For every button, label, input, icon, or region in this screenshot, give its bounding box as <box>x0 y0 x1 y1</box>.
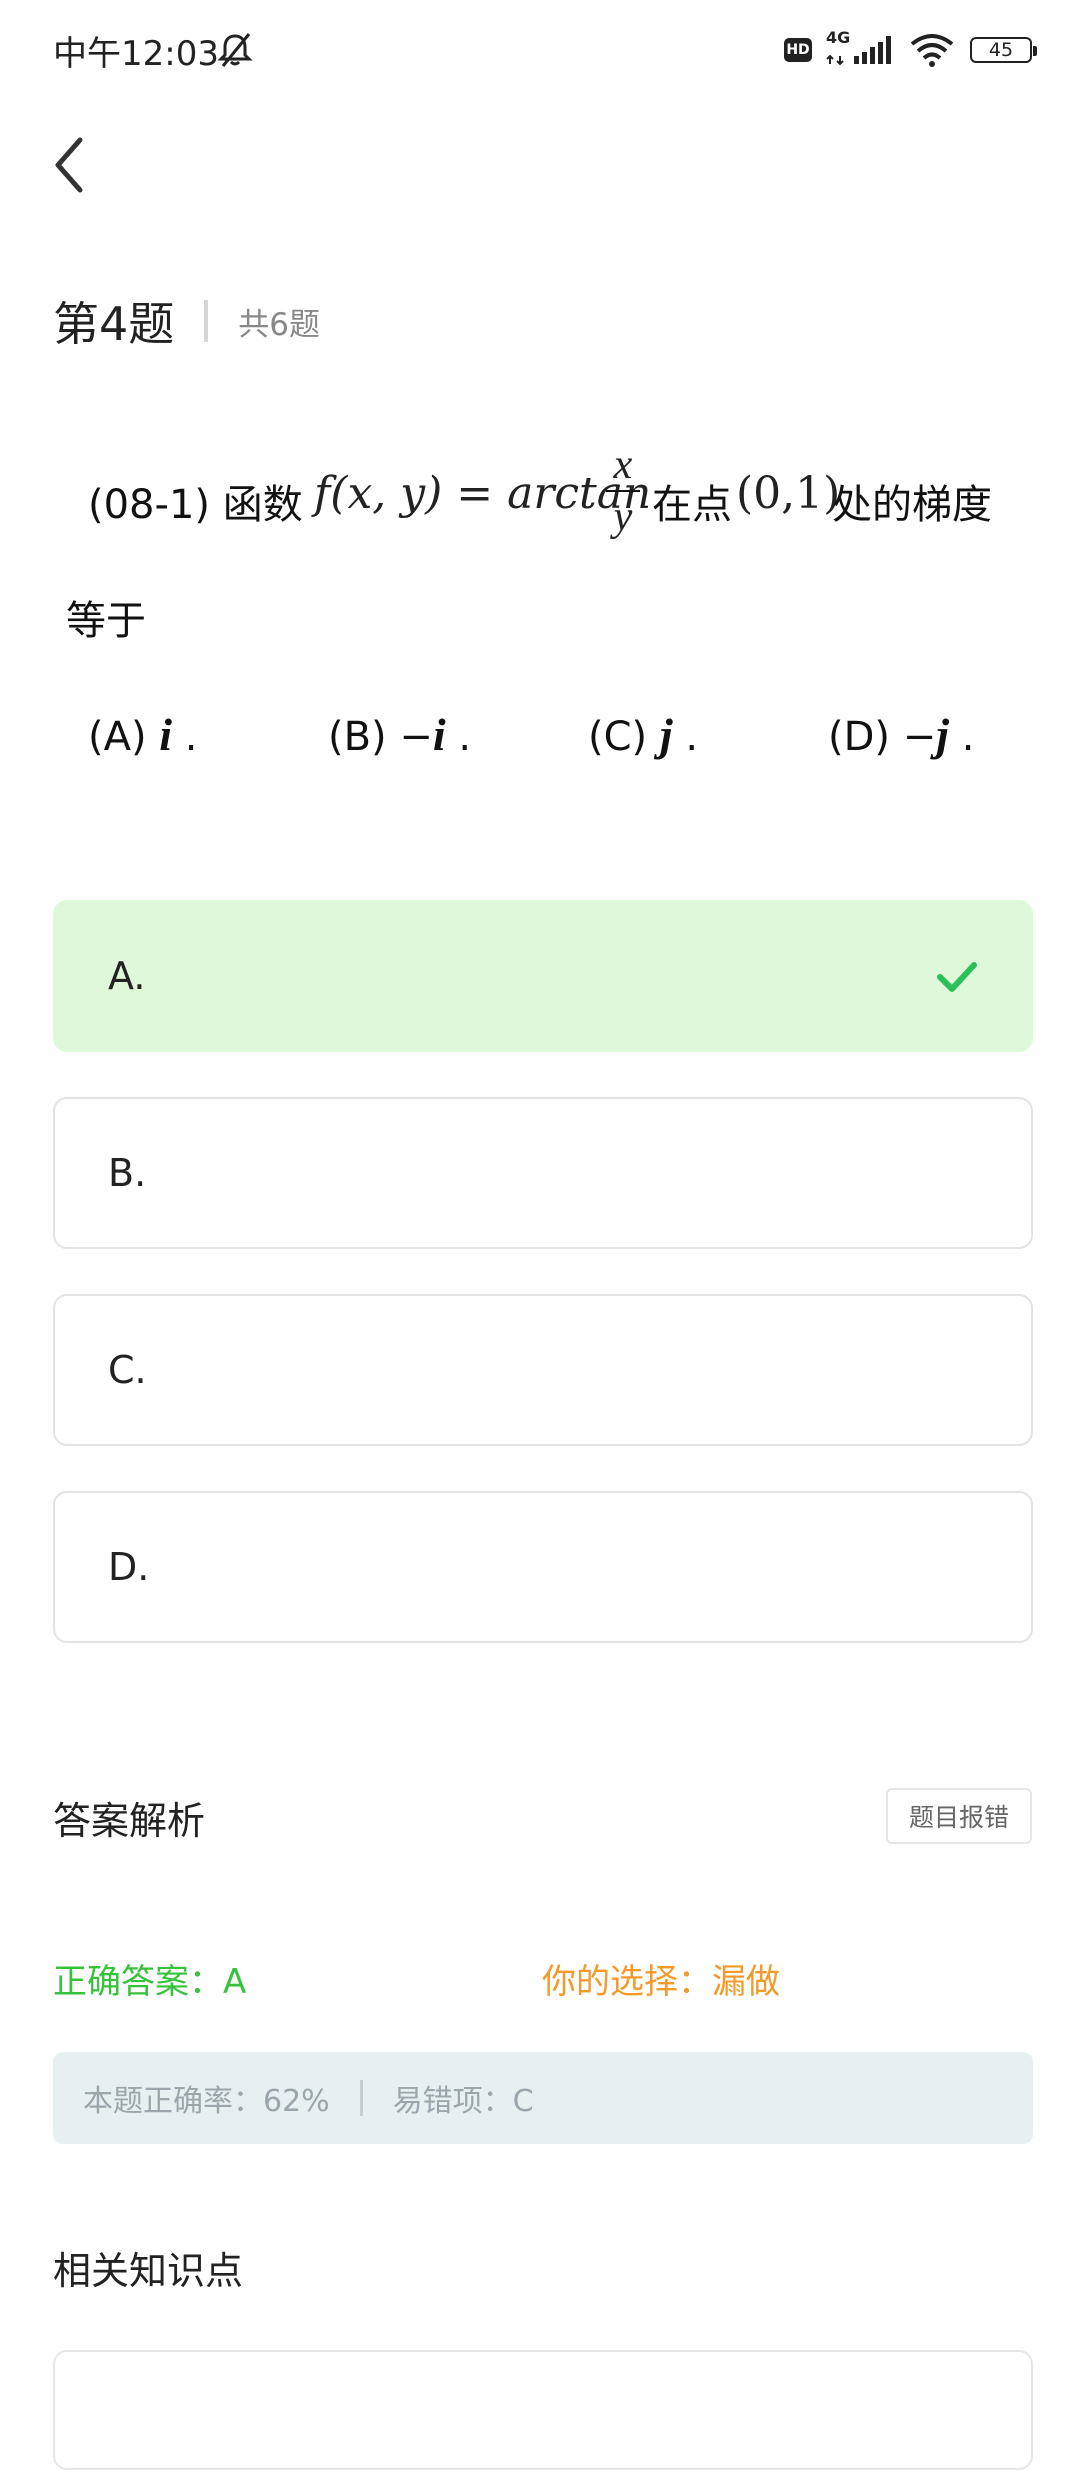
question-point: (0,1) <box>736 468 841 519</box>
battery-icon: 45 <box>970 37 1037 63</box>
check-icon <box>937 962 977 992</box>
question-line-1: (08-1) 函数 f(x, y) = arctan x y 在点 (0,1) … <box>66 420 1026 570</box>
bell-off-icon <box>217 33 253 67</box>
option-c[interactable]: C. <box>53 1294 1033 1446</box>
question-line-2: 等于 <box>66 598 146 644</box>
wifi-icon <box>910 34 954 67</box>
option-b[interactable]: B. <box>53 1097 1033 1249</box>
status-time: 中午12:03 <box>53 34 219 74</box>
fraction-denominator: y <box>613 494 633 540</box>
question-middle: 在点 <box>652 482 732 528</box>
question-suffix: 处的梯度 <box>832 482 992 528</box>
question-header: 第4题 共6题 <box>53 288 320 354</box>
fraction-numerator: x <box>613 442 633 488</box>
option-label: B. <box>108 1151 147 1195</box>
knowledge-title: 相关知识点 <box>53 2249 244 2293</box>
choice-c-text: (C) j . <box>588 709 699 760</box>
question-body: (08-1) 函数 f(x, y) = arctan x y 在点 (0,1) … <box>66 420 1026 646</box>
option-label: A. <box>108 954 146 998</box>
status-bar: 中午12:03 HD 4G 45 <box>0 0 1080 100</box>
report-error-button[interactable]: 题目报错 <box>886 1788 1032 1844</box>
option-label: D. <box>108 1545 150 1589</box>
option-d[interactable]: D. <box>53 1491 1033 1643</box>
signal-icon: 4G <box>826 28 894 70</box>
correct-answer: 正确答案：A <box>53 1962 247 2002</box>
question-function: f(x, y) = arctan <box>314 468 652 519</box>
knowledge-card[interactable] <box>53 2350 1033 2470</box>
stats-bar: 本题正确率：62% 易错项：C <box>53 2052 1033 2144</box>
accuracy-rate: 本题正确率：62% <box>83 2084 330 2119</box>
choice-a-text: (A) i . <box>88 709 198 760</box>
hd-icon: HD <box>784 38 812 62</box>
your-choice: 你的选择：漏做 <box>542 1962 780 2002</box>
question-fraction: x y <box>606 440 640 542</box>
header-divider <box>204 300 209 342</box>
choice-d-text: (D) −j . <box>828 709 975 760</box>
question-prefix: (08-1) 函数 <box>88 482 303 528</box>
common-wrong-option: 易错项：C <box>392 2084 534 2119</box>
status-icons: HD 4G 45 <box>784 28 1037 70</box>
stats-divider <box>359 2080 363 2116</box>
option-label: C. <box>108 1348 147 1392</box>
question-total: 共6题 <box>238 306 321 343</box>
analysis-title: 答案解析 <box>53 1799 206 1843</box>
question-number: 第4题 <box>53 297 175 351</box>
option-a[interactable]: A. <box>53 900 1033 1052</box>
back-arrow-icon[interactable] <box>46 132 96 198</box>
choice-b-text: (B) −i . <box>328 709 472 760</box>
battery-level: 45 <box>988 39 1014 61</box>
